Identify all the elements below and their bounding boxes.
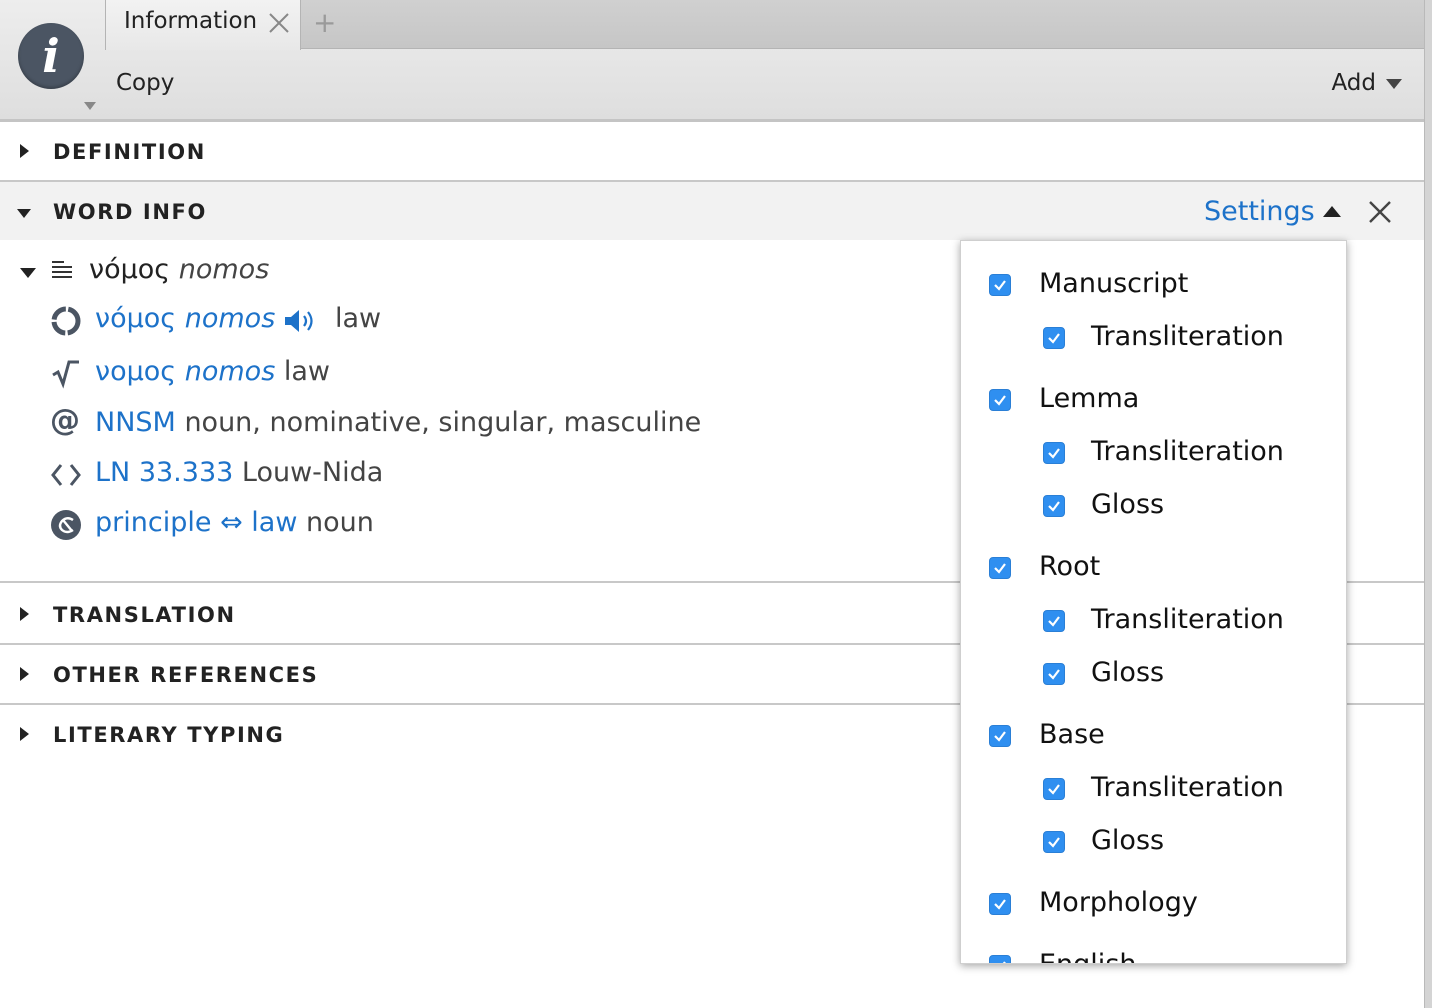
section-word-info[interactable]: WORD INFO Settings [0,182,1424,240]
checkbox-checked-icon[interactable] [1043,327,1065,349]
sense-icon [51,510,81,540]
sense-to-link[interactable]: law [251,507,297,538]
headword-greek: νόμος [89,254,171,285]
section-title: DEFINITION [53,140,206,164]
option-label: Transliteration [1091,436,1284,467]
option-label: Root [1039,551,1101,582]
square-root-icon [52,360,79,389]
speaker-icon[interactable] [283,307,319,335]
checkbox-checked-icon[interactable] [989,725,1011,747]
louw-nida-link[interactable]: LN 33.333 [95,457,233,488]
checkbox-checked-icon[interactable] [1043,495,1065,517]
section-title: LITERARY TYPING [53,723,285,747]
checkbox-checked-icon[interactable] [989,955,1011,963]
option-label: Gloss [1091,489,1165,520]
morphology-code-link[interactable]: NNSM [95,407,176,438]
root-gloss: law [283,356,331,387]
expand-triangle-icon [20,144,29,158]
list-lines-icon [52,261,72,278]
settings-popup: Manuscript Transliteration Lemma Transli… [960,240,1347,964]
add-dropdown-button[interactable]: Add [1331,70,1402,96]
expand-triangle-icon [20,667,29,681]
option-label: Gloss [1091,657,1165,688]
copy-button[interactable]: Copy [116,70,174,96]
sense-from-link[interactable]: principle [95,507,211,538]
section-definition[interactable]: DEFINITION [0,122,1424,182]
section-title: OTHER REFERENCES [53,663,319,687]
option-label: Transliteration [1091,321,1284,352]
root-translit-link[interactable]: nomos [185,356,276,387]
headword-text: νόμος nomos [89,254,269,285]
checkbox-checked-icon[interactable] [1043,778,1065,800]
morphology-desc: noun, nominative, singular, masculine [184,407,702,438]
lemma-greek-link[interactable]: νόμος [95,303,176,334]
checkbox-checked-icon[interactable] [989,389,1011,411]
add-tab-button[interactable]: + [313,6,336,39]
option-label: Base [1039,719,1105,750]
checkbox-checked-icon[interactable] [1043,442,1065,464]
expand-triangle-icon [20,727,29,741]
settings-link[interactable]: Settings [1204,196,1315,227]
morphology-text: NNSM noun, nominative, singular, masculi… [95,407,701,438]
option-label: Gloss [1091,825,1165,856]
panel-header: i Information + Copy Add [0,0,1424,122]
root-text: νομος nomos law [95,356,330,387]
tab-information[interactable]: Information [105,0,301,50]
tab-strip [105,0,1424,49]
code-brackets-icon [51,464,81,486]
close-section-icon[interactable] [1367,199,1393,225]
lemma-translit-link[interactable]: nomos [185,303,276,334]
checkbox-checked-icon[interactable] [1043,831,1065,853]
collapse-triangle-icon[interactable] [20,268,36,278]
sense-arrow: ⇔ [220,507,243,538]
information-app-icon[interactable]: i [18,23,84,89]
option-label: Lemma [1039,383,1140,414]
lemma-text: νόμος nomos [95,303,275,334]
at-sign-icon: @ [50,403,80,438]
louw-nida-text: LN 33.333 Louw-Nida [95,457,383,488]
checkbox-checked-icon[interactable] [989,274,1011,296]
section-title: TRANSLATION [53,603,236,627]
add-label: Add [1331,70,1376,96]
lemma-icon [51,306,81,336]
close-tab-icon[interactable] [266,10,292,36]
option-label: English [1039,949,1137,963]
lemma-gloss: law [335,303,382,334]
app-menu-caret-icon[interactable] [84,102,96,110]
sense-text: principle ⇔ law noun [95,507,374,538]
option-label: Transliteration [1091,772,1284,803]
collapse-triangle-icon [17,209,31,218]
chevron-up-icon[interactable] [1323,206,1341,217]
checkbox-checked-icon[interactable] [989,893,1011,915]
window-right-edge [1424,0,1432,1008]
checkbox-checked-icon[interactable] [1043,610,1065,632]
checkbox-checked-icon[interactable] [989,557,1011,579]
tab-label: Information [124,8,258,34]
sense-pos: noun [306,507,374,538]
root-greek-link[interactable]: νομος [95,356,176,387]
section-title: WORD INFO [53,200,207,224]
option-label: Morphology [1039,887,1198,918]
checkbox-checked-icon[interactable] [1043,663,1065,685]
chevron-down-icon [1386,78,1402,89]
headword-translit: nomos [178,254,270,285]
option-label: Transliteration [1091,604,1284,635]
expand-triangle-icon [20,607,29,621]
option-label: Manuscript [1039,268,1189,299]
louw-nida-label: Louw-Nida [241,457,384,488]
